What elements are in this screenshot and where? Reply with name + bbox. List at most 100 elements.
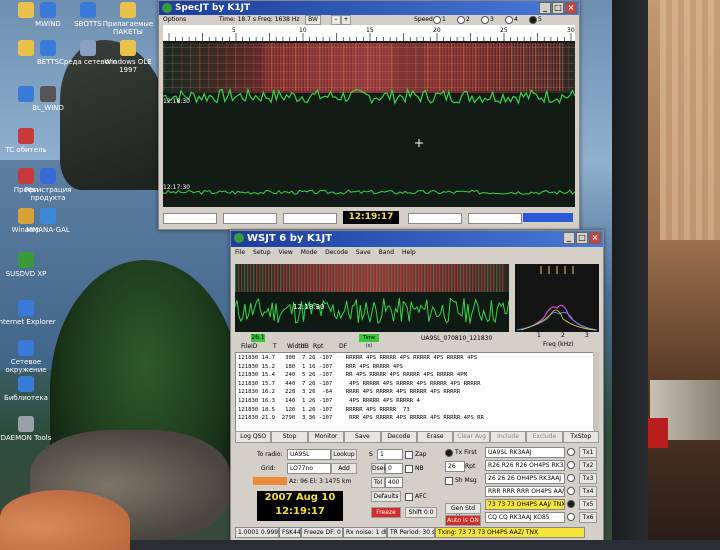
tx-button[interactable]: Tx2 [579,460,597,471]
specjt-field-5[interactable] [468,213,522,224]
desktop-icon[interactable]: TC обитель [0,128,56,154]
options-menu[interactable]: Options [163,16,186,23]
desktop-icon[interactable]: MMANA-GAL [18,208,78,234]
sh-msg-checkbox[interactable] [445,477,453,485]
tx-message-input[interactable]: R26 R26 R26 OH4PS RK3AAZ [485,460,565,471]
menu-item[interactable]: File [235,249,245,256]
action-button[interactable]: Monitor [307,431,345,443]
tx-button[interactable]: Tx6 [579,512,597,523]
minimize-button[interactable]: _ [539,2,551,14]
desktop-icon[interactable]: Windows OLE 1997 [98,40,158,74]
action-button[interactable]: Clear Avg [453,431,490,443]
maximize-button[interactable]: □ [552,2,564,14]
desktop-icon[interactable]: Сетевое окружение [0,340,56,374]
tol-button[interactable]: Tol [371,477,385,488]
minimize-button[interactable]: _ [563,232,575,244]
close-button[interactable]: × [565,2,577,14]
wsjt-stripe [448,264,450,292]
tx-button[interactable]: Tx5 [579,499,597,510]
shift-button[interactable]: Shift 0.0 [405,507,437,518]
nb-checkbox[interactable] [405,465,413,473]
specjt-field-1[interactable] [163,213,217,224]
action-button[interactable]: Erase [417,431,454,443]
close-button[interactable]: × [589,232,601,244]
tx-button[interactable]: Tx1 [579,447,597,458]
tx-select-radio[interactable] [567,500,575,508]
lookup-button[interactable]: Lookup [331,449,357,460]
s-input[interactable]: 1 [377,449,403,460]
zoom-in-button[interactable]: + [341,15,351,25]
menu-item[interactable]: Decode [325,249,348,256]
tx-message-input[interactable]: UA9SL RK3AAJ [485,447,565,458]
desktop-icon[interactable]: DAEMON Tools [0,416,56,442]
tx-select-radio[interactable] [567,487,575,495]
action-button[interactable]: Log QSO [235,431,272,443]
speed-radio[interactable] [529,16,537,24]
menu-item[interactable]: Help [402,249,416,256]
tx-button[interactable]: Tx4 [579,486,597,497]
zoom-out-button[interactable]: - [331,15,341,25]
tx-message-input[interactable]: CQ CQ RK3AAJ KO85 [485,512,565,523]
specjt-field-3[interactable] [283,213,337,224]
desktop-icon[interactable]: Прилагаемые ПАКЕТЫ [98,2,158,36]
menu-item[interactable]: Save [356,249,371,256]
dsec-button[interactable]: Dsec [371,463,387,474]
tx-select-radio[interactable] [567,461,575,469]
speed-radio[interactable] [433,16,441,24]
waterfall-stripe [427,43,429,91]
action-button[interactable]: Stop [271,431,308,443]
desktop-icon-glyph [18,416,34,432]
action-button[interactable]: Exclude [526,431,563,443]
tol-input[interactable]: 400 [385,477,403,488]
action-button[interactable]: Decode [380,431,417,443]
bw-button[interactable]: BW [305,15,321,25]
desktop-icon[interactable]: BL_WIND [18,86,78,112]
maximize-button[interactable]: □ [576,232,588,244]
desktop-icon[interactable]: Регистрация продукта [18,168,78,202]
wsjt-stripe [451,264,453,292]
speed-radio[interactable] [481,16,489,24]
auto-on-button[interactable]: Auto is ON [445,515,481,526]
to-radio-input[interactable]: UA9SL [287,449,331,460]
tx-message-input[interactable]: RRR RRR RRR OH4PS AA/J [485,486,565,497]
defaults-button[interactable]: Defaults [371,491,401,502]
menu-item[interactable]: Mode [301,249,317,256]
tx-message-input[interactable]: 73 73 73 OH4PS AAJ/ TNX [485,499,565,510]
freeze-button[interactable]: Freeze [371,507,401,518]
tx-message-input[interactable]: 26 26 26 OH4PS RK3AAJ [485,473,565,484]
tx-select-radio[interactable] [567,474,575,482]
wsjt-title: WSJT 6 by K1JT [247,233,333,244]
wsjt-spectrum[interactable]: 12:18:30 [235,264,509,332]
afc-checkbox[interactable] [405,493,413,501]
specjt-gain-slider[interactable] [523,213,573,222]
grid-input[interactable]: LO77no [287,463,331,474]
menu-item[interactable]: Band [379,249,394,256]
tx-select-radio[interactable] [567,448,575,456]
tx-select-radio[interactable] [567,513,575,521]
specjt-field-2[interactable] [223,213,277,224]
desktop-icon[interactable]: Internet Explorer [0,300,56,326]
action-button[interactable]: TxStop [562,431,599,443]
gen-std-msgs-button[interactable]: Gen Std Msgs [445,503,481,521]
specjt-field-4[interactable] [408,213,462,224]
tx-first-radio[interactable] [445,449,453,457]
rpt-input[interactable]: 26 [445,461,465,472]
decoded-text-area[interactable]: 121830 14.7 300 7 26 -107 RRRRR 4PS RRRR… [235,352,595,432]
tx-first-label: Tx First [455,449,477,456]
add-button[interactable]: Add [331,463,357,474]
desktop-icon[interactable]: SUSDVD XP [0,252,56,278]
tx-button[interactable]: Tx3 [579,473,597,484]
speed-radio[interactable] [457,16,465,24]
specjt-waterfall[interactable]: 12:18:30 12:17:30 [163,41,575,207]
dsec-input[interactable]: 0 [385,463,403,474]
menu-item[interactable]: Setup [253,249,270,256]
speed-radio[interactable] [505,16,513,24]
menu-item[interactable]: View [279,249,293,256]
decode-scrollbar[interactable] [593,352,599,430]
specjt-titlebar[interactable]: SpecJT by K1JT _ □ × [159,1,579,15]
zap-checkbox[interactable] [405,451,413,459]
action-button[interactable]: Save [344,431,381,443]
action-button[interactable]: Include [489,431,527,443]
desktop-icon[interactable]: Библиотека [0,376,56,402]
wsjt-titlebar[interactable]: WSJT 6 by K1JT _ □ × [231,231,603,247]
